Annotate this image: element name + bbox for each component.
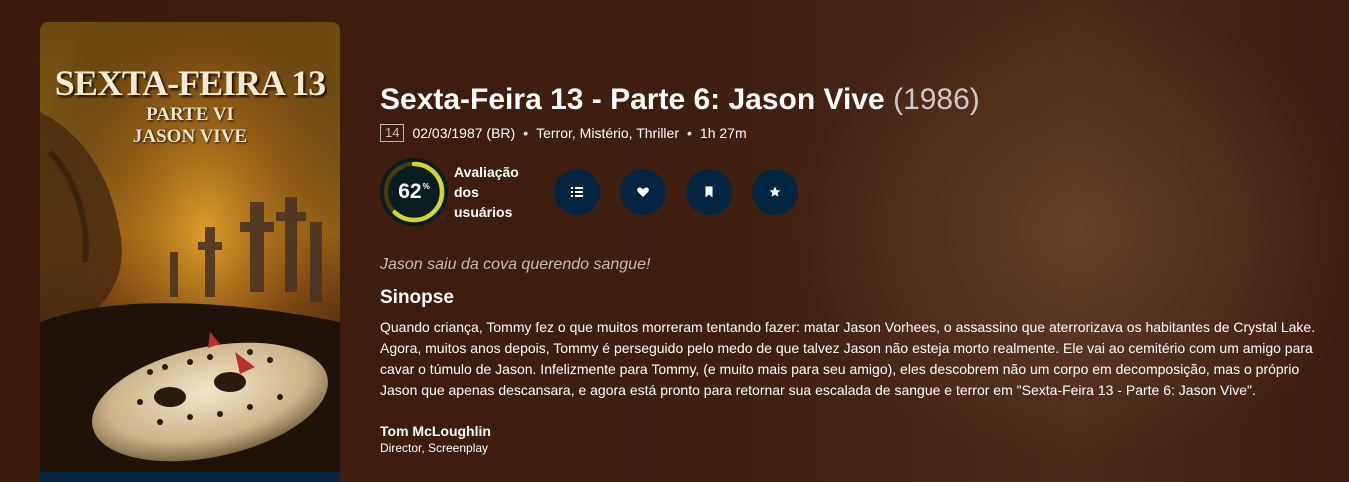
watchlist-button[interactable] (686, 169, 732, 215)
poster-part: PARTE VI (146, 104, 234, 125)
actions-row: 62% Avaliação dos usuários (380, 158, 1320, 226)
movie-title-link[interactable]: Sexta-Feira 13 - Parte 6: Jason Vive (380, 83, 885, 116)
tagline: Jason saiu da cova querendo sangue! (380, 256, 651, 273)
action-buttons (554, 169, 798, 215)
rate-button[interactable] (752, 169, 798, 215)
certification-badge: 14 (380, 124, 405, 142)
movie-year: (1986) (893, 83, 980, 116)
movie-details: Sexta-Feira 13 - Parte 6: Jason Vive (19… (380, 80, 1320, 455)
overview-heading: Sinopse (380, 287, 454, 308)
overview-text: Quando criança, Tommy fez o que muitos m… (380, 319, 1316, 398)
crew-list: Tom McLoughlin Director, Screenplay (380, 423, 1320, 455)
add-to-list-button[interactable] (554, 169, 600, 215)
score-label-line: usuários (454, 204, 513, 220)
separator-dot: • (523, 125, 529, 141)
poster-subtitle: JASON VIVE (132, 126, 248, 147)
heart-icon (637, 187, 649, 197)
score-label: Avaliação dos usuários (454, 162, 534, 222)
score-label-line: dos (454, 184, 479, 200)
bookmark-icon (705, 186, 713, 198)
score-percent: % (422, 181, 430, 191)
runtime: 1h 27m (699, 125, 747, 141)
movie-facts: 14 02/03/1987 (BR) • Terror, Mistério, T… (380, 123, 1320, 143)
score-value: 62% (380, 158, 448, 226)
genres[interactable]: Terror, Mistério, Thriller (536, 125, 679, 141)
movie-poster[interactable]: SEXTA-FEIRA 13 PARTE VI JASON VIVE (40, 22, 340, 482)
poster-strip (40, 472, 340, 482)
favorite-button[interactable] (620, 169, 666, 215)
poster-title: SEXTA-FEIRA 13 (54, 63, 326, 103)
separator-dot: • (687, 125, 692, 141)
list-icon (571, 187, 583, 197)
crew-role: Director, Screenplay (380, 441, 489, 455)
score-number: 62 (398, 180, 422, 203)
movie-title-heading: Sexta-Feira 13 - Parte 6: Jason Vive (19… (380, 80, 1320, 120)
score-label-line: Avaliação (454, 164, 519, 180)
crew-name[interactable]: Tom McLoughlin (380, 423, 1320, 439)
user-score-chart[interactable]: 62% (380, 158, 448, 226)
release-date: 02/03/1987 (BR) (412, 125, 516, 141)
star-icon (769, 186, 781, 197)
crew-member: Tom McLoughlin Director, Screenplay (380, 423, 1320, 455)
